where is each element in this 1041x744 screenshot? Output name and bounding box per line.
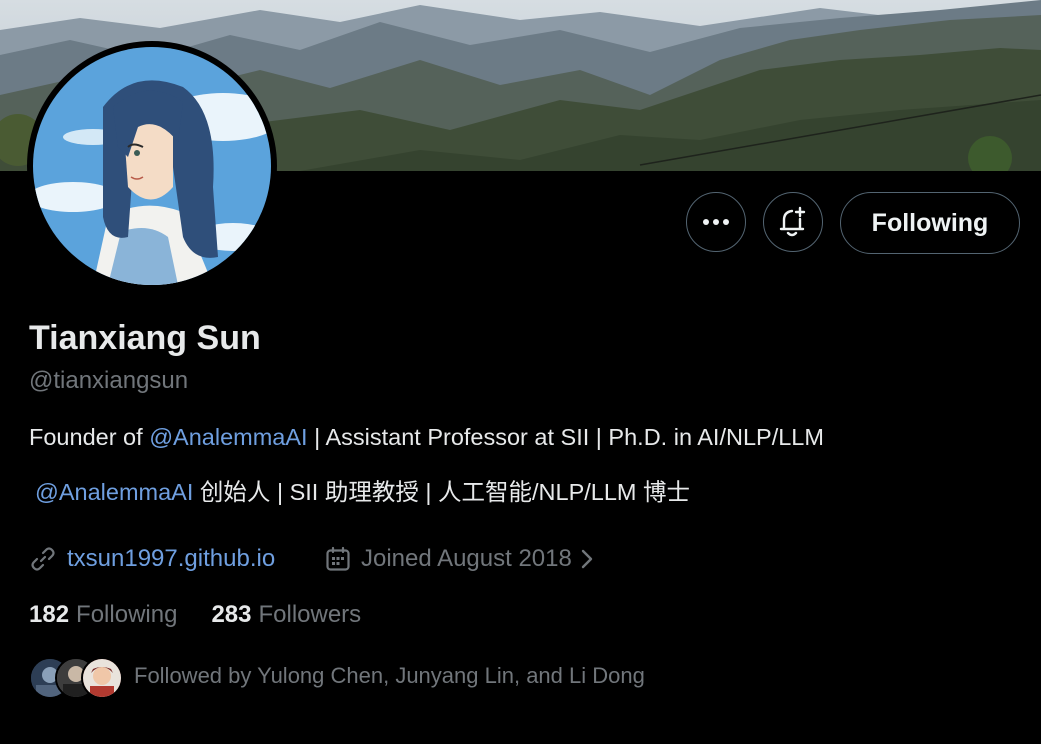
joined-item[interactable]: Joined August 2018 xyxy=(325,543,594,575)
follow-stats: 182 Following 283 Followers xyxy=(29,601,395,629)
follower-avatars xyxy=(29,655,129,699)
followers-stat[interactable]: 283 Followers xyxy=(211,601,361,629)
bio-text: Founder of xyxy=(29,424,150,450)
website-item: txsun1997.github.io xyxy=(29,543,275,575)
avatar xyxy=(81,657,123,699)
username-handle: @tianxiangsun xyxy=(29,367,189,394)
following-count: 182 xyxy=(29,601,70,628)
more-dots-icon xyxy=(703,219,729,225)
mention-link[interactable]: @AnalemmaAI xyxy=(35,479,193,505)
display-name: Tianxiang Sun xyxy=(29,319,261,357)
bell-plus-icon xyxy=(779,206,806,237)
notify-button[interactable] xyxy=(763,192,823,252)
bio-text: | Assistant Professor at SII | Ph.D. in … xyxy=(307,424,824,450)
website-link[interactable]: txsun1997.github.io xyxy=(67,545,275,573)
followers-count: 283 xyxy=(211,601,252,628)
calendar-icon xyxy=(325,546,351,572)
followed-by-text: Followed by Yulong Chen, Junyang Lin, an… xyxy=(134,663,645,688)
bio-line-2: @AnalemmaAI 创始人 | SII 助理教授 | 人工智能/NLP/LL… xyxy=(35,473,690,507)
followers-label: Followers xyxy=(258,601,362,628)
following-label: Following xyxy=(76,601,178,628)
chevron-right-icon xyxy=(580,548,594,570)
more-button[interactable] xyxy=(686,192,746,252)
avatar-image xyxy=(33,47,271,285)
bio-line-1: Founder of @AnalemmaAI | Assistant Profe… xyxy=(29,424,824,451)
followed-by[interactable]: Followed by Yulong Chen, Junyang Lin, an… xyxy=(29,655,645,699)
link-icon xyxy=(29,545,57,573)
profile-avatar[interactable] xyxy=(27,41,277,291)
joined-text: Joined August 2018 xyxy=(361,545,572,572)
following-button[interactable]: Following xyxy=(840,192,1020,254)
mention-link[interactable]: @AnalemmaAI xyxy=(149,424,307,450)
bio-text: 创始人 | SII 助理教授 | 人工智能/NLP/LLM 博士 xyxy=(193,479,691,505)
profile-page: Following Tianxiang Sun @tianxiangsun Fo… xyxy=(0,0,1041,744)
following-stat[interactable]: 182 Following xyxy=(29,601,177,629)
